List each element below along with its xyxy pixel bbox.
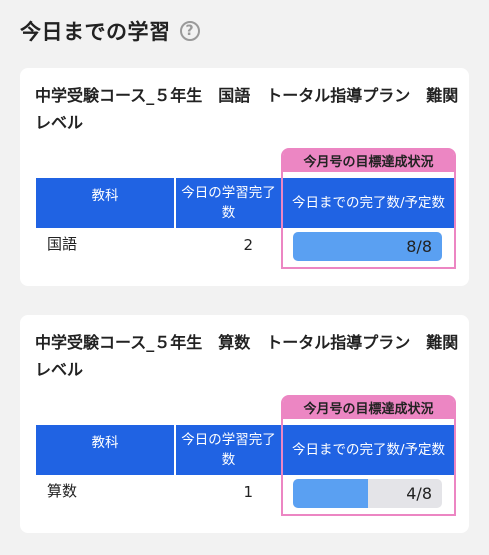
column-header-subject: 教科 xyxy=(36,425,174,475)
goal-status-tab: 今月号の目標達成状況 xyxy=(283,395,454,419)
column-header-today: 今日の学習完了数 xyxy=(176,178,281,228)
course-title: 中学受験コース_５年生 算数 トータル指導プラン 難関レベル xyxy=(35,333,459,379)
column-header-today: 今日の学習完了数 xyxy=(176,425,281,475)
goal-progress-text: 8/8 xyxy=(406,237,432,256)
today-completed-count: 2 xyxy=(243,236,253,254)
page-header: 今日までの学習 ? xyxy=(20,14,200,48)
goal-status-tab: 今月号の目標達成状況 xyxy=(283,148,454,172)
course-card: 中学受験コース_５年生 国語 トータル指導プラン 難関レベル 今月号の目標達成状… xyxy=(20,68,469,286)
goal-progress-text: 4/8 xyxy=(406,484,432,503)
course-card: 中学受験コース_５年生 算数 トータル指導プラン 難関レベル 今月号の目標達成状… xyxy=(20,315,469,533)
column-header-goal: 今日までの完了数/予定数 xyxy=(283,425,454,475)
goal-progress-bar: 4/8 xyxy=(293,479,442,508)
column-header-goal: 今日までの完了数/予定数 xyxy=(283,178,454,228)
goal-progress-bar: 8/8 xyxy=(293,232,442,261)
today-completed-count: 1 xyxy=(243,483,253,501)
subject-name: 国語 xyxy=(47,235,78,253)
study-progress-page: 今日までの学習 ? 中学受験コース_５年生 国語 トータル指導プラン 難関レベル… xyxy=(0,0,489,555)
page-title: 今日までの学習 xyxy=(20,20,171,44)
column-header-subject: 教科 xyxy=(36,178,174,228)
course-title: 中学受験コース_５年生 国語 トータル指導プラン 難関レベル xyxy=(35,86,459,132)
question-circle-icon[interactable]: ? xyxy=(179,21,200,41)
goal-progress-fill xyxy=(293,479,368,508)
subject-name: 算数 xyxy=(47,482,78,500)
